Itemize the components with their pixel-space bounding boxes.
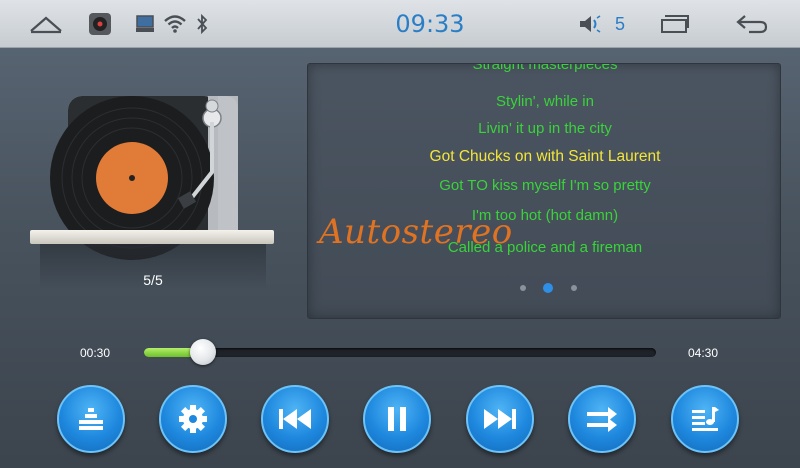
shuffle-button[interactable] — [568, 385, 636, 453]
playlist-button[interactable] — [671, 385, 739, 453]
previous-icon — [279, 409, 311, 429]
elapsed-time: 00:30 — [80, 346, 111, 360]
playlist-icon — [692, 407, 719, 431]
settings-icon — [179, 405, 207, 433]
pause-icon — [388, 407, 406, 431]
previous-button[interactable] — [261, 385, 329, 453]
album-artwork — [30, 92, 280, 292]
lyric-line: Stylin', while in — [496, 93, 594, 110]
lyric-line: Livin' it up in the city — [478, 120, 612, 137]
back-icon[interactable] — [732, 0, 772, 48]
clock: 09:33 — [395, 10, 465, 38]
status-bar: 09:33 5 — [0, 0, 800, 48]
media-app-icon[interactable] — [86, 0, 114, 48]
settings-button[interactable] — [159, 385, 227, 453]
next-button[interactable] — [466, 385, 534, 453]
bluetooth-icon — [192, 0, 212, 48]
screen-icon — [132, 0, 158, 48]
next-icon — [484, 409, 516, 429]
lyrics-panel[interactable]: Straight masterpieces Stylin', while in Li… — [307, 63, 781, 319]
lyric-line-active: Got Chucks on with Saint Laurent — [429, 148, 661, 165]
wifi-icon — [162, 0, 188, 48]
equalizer-icon — [79, 408, 103, 430]
page-indicator-dot[interactable] — [520, 285, 526, 291]
page-indicator-dot[interactable] — [571, 285, 577, 291]
seek-bar-thumb[interactable] — [190, 339, 216, 365]
pause-button[interactable] — [363, 385, 431, 453]
recent-apps-icon[interactable] — [656, 0, 694, 48]
watermark-text: Autostereo — [319, 212, 513, 252]
seek-bar[interactable] — [144, 348, 656, 357]
volume-icon[interactable] — [576, 0, 604, 48]
volume-level: 5 — [614, 13, 625, 34]
lyric-line: Straight masterpieces — [472, 63, 618, 73]
home-icon[interactable] — [24, 0, 68, 48]
track-counter: 5/5 — [143, 272, 163, 288]
lyric-line: Got TO kiss myself I'm so pretty — [439, 177, 651, 194]
equalizer-button[interactable] — [57, 385, 125, 453]
shuffle-icon — [587, 407, 617, 432]
duration-time: 04:30 — [688, 346, 719, 360]
page-indicator-dot-active[interactable] — [543, 283, 553, 293]
